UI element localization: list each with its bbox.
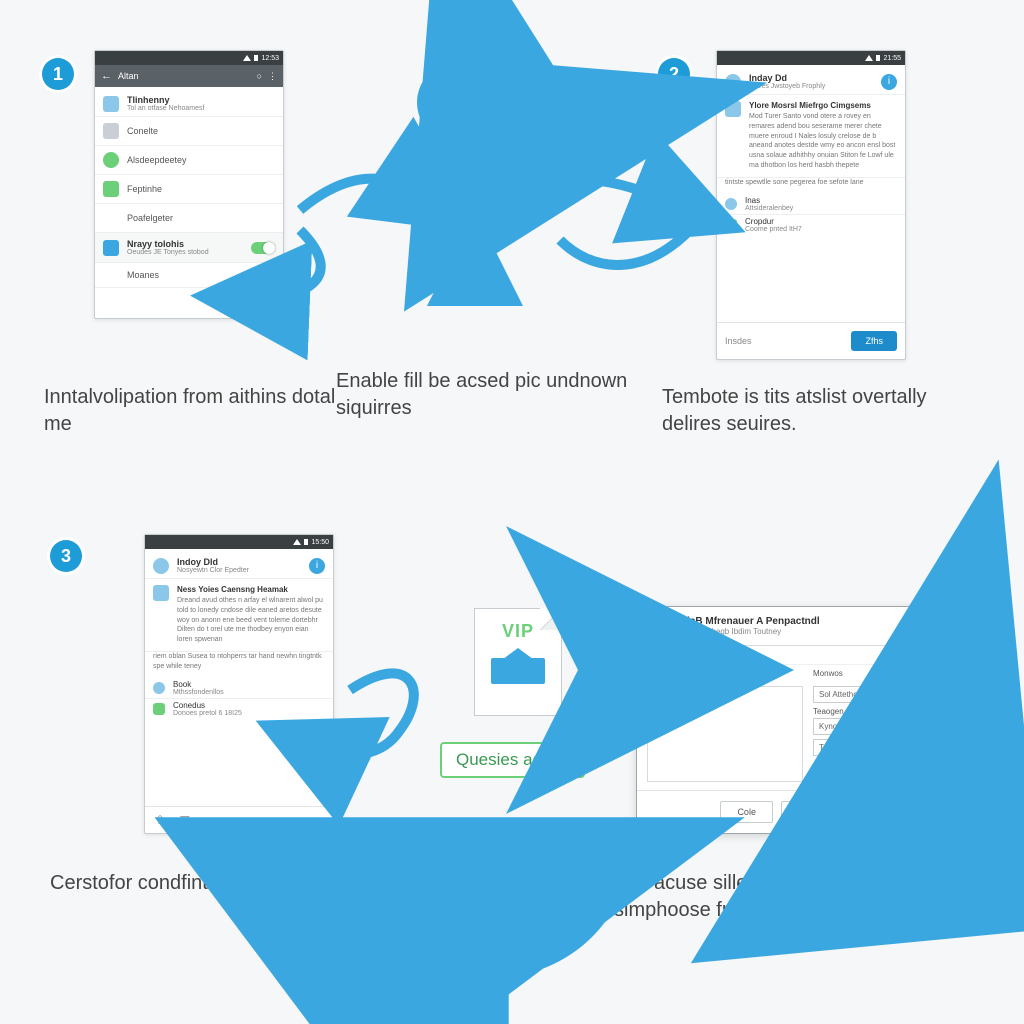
flow-arrows (0, 0, 1024, 1024)
